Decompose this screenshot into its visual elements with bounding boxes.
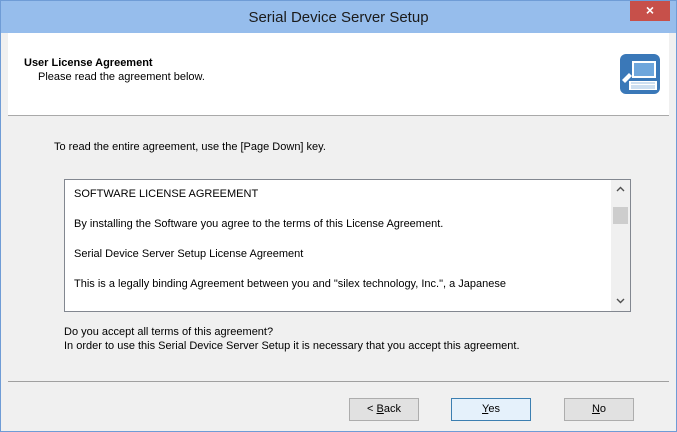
close-icon: ×: [645, 2, 655, 18]
back-mnemonic: B: [376, 403, 384, 415]
scroll-down-button[interactable]: [611, 293, 630, 310]
vertical-scrollbar[interactable]: [611, 180, 630, 311]
close-button[interactable]: ×: [630, 1, 670, 21]
license-text-box[interactable]: SOFTWARE LICENSE AGREEMENT By installing…: [64, 179, 631, 312]
title-bar[interactable]: Serial Device Server Setup ×: [1, 1, 676, 33]
setup-window: Serial Device Server Setup × User Licens…: [0, 0, 677, 432]
license-text-area[interactable]: SOFTWARE LICENSE AGREEMENT By installing…: [65, 180, 610, 311]
button-bar: < Back Yes No: [8, 382, 669, 422]
page-subtitle: Please read the agreement below.: [38, 71, 205, 83]
no-label-rest: o: [599, 403, 607, 415]
header-panel: User License Agreement Please read the a…: [8, 33, 669, 116]
no-mnemonic: N: [591, 403, 600, 415]
no-button[interactable]: No: [564, 398, 634, 421]
accept-note: In order to use this Serial Device Serve…: [64, 340, 520, 352]
page-title: User License Agreement: [24, 57, 153, 69]
yes-label-rest: es: [488, 403, 500, 415]
back-prefix: <: [367, 403, 377, 415]
content-panel: To read the entire agreement, use the [P…: [8, 116, 669, 381]
back-button[interactable]: < Back: [349, 398, 419, 421]
computer-setup-icon: [620, 54, 660, 94]
license-line: Serial Device Server Setup License Agree…: [74, 248, 304, 260]
back-label-rest: ack: [383, 403, 401, 415]
scroll-up-button[interactable]: [611, 181, 630, 198]
instruction-text: To read the entire agreement, use the [P…: [54, 141, 326, 153]
license-line: SOFTWARE LICENSE AGREEMENT: [74, 188, 259, 200]
chevron-up-icon: [616, 186, 625, 192]
license-line: This is a legally binding Agreement betw…: [74, 278, 506, 290]
yes-button[interactable]: Yes: [451, 398, 531, 421]
chevron-down-icon: [616, 298, 625, 304]
license-line: By installing the Software you agree to …: [74, 218, 444, 230]
scroll-thumb[interactable]: [613, 207, 628, 224]
window-title: Serial Device Server Setup: [248, 9, 429, 26]
accept-question: Do you accept all terms of this agreemen…: [64, 326, 274, 338]
